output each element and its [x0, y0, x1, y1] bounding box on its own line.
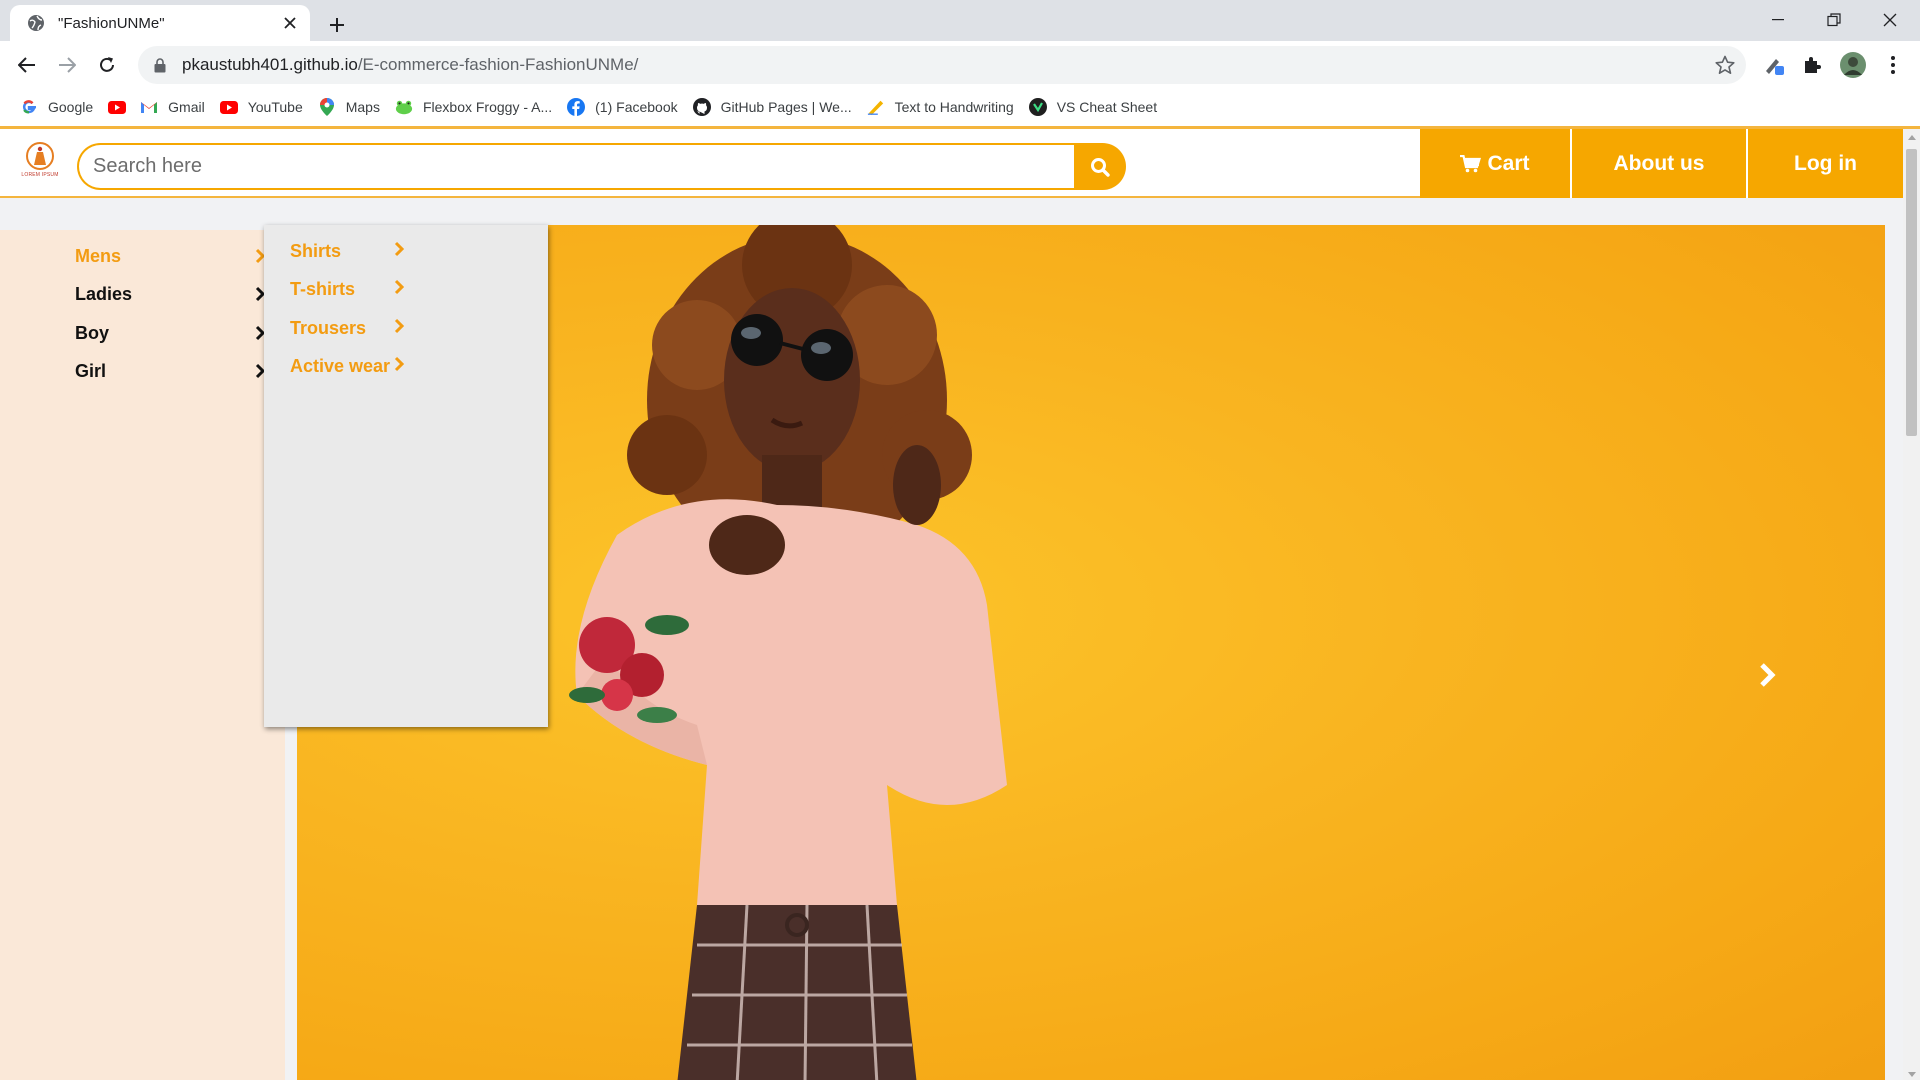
submenu-item-trousers[interactable]: Trousers	[290, 313, 405, 343]
browser-menu-icon[interactable]	[1878, 50, 1908, 80]
address-bar[interactable]: pkaustubh401.github.io/E-commerce-fashio…	[138, 46, 1746, 84]
bookmark-youtube[interactable]: YouTube	[214, 92, 312, 122]
bookmark-github-pages[interactable]: GitHub Pages | We...	[687, 92, 861, 122]
browser-tabstrip: "FashionUNMe"	[0, 0, 1920, 41]
site-header: LOREM IPSUM Cart About us Log in	[0, 129, 1903, 198]
close-tab-icon[interactable]	[276, 9, 304, 37]
bookmark-label: Gmail	[168, 99, 205, 115]
bookmark-label: VS Cheat Sheet	[1056, 99, 1158, 115]
browser-toolbar: pkaustubh401.github.io/E-commerce-fashio…	[0, 41, 1920, 88]
category-mens[interactable]: Mens	[75, 241, 265, 271]
scroll-up-arrow-icon[interactable]	[1903, 129, 1920, 146]
chevron-right-icon	[394, 318, 405, 339]
chevron-right-icon	[394, 241, 405, 262]
submenu-label: Shirts	[290, 240, 342, 261]
extensions-puzzle-icon[interactable]	[1797, 50, 1827, 80]
bookmark-label: Text to Handwriting	[894, 99, 1014, 115]
youtube-icon	[219, 98, 238, 116]
nav-about-link[interactable]: About us	[1572, 129, 1748, 198]
url-path: /E-commerce-fashion-FashionUNMe/	[357, 55, 639, 74]
chevron-right-icon	[1760, 663, 1776, 687]
site-logo[interactable]: LOREM IPSUM	[16, 141, 64, 185]
bookmarks-bar: Google Gmail YouTube Maps Flexbox Froggy…	[0, 88, 1920, 126]
maps-icon	[318, 98, 336, 116]
extension-pen-icon[interactable]	[1759, 50, 1789, 80]
submenu-label: Active wear	[290, 355, 391, 376]
category-girl[interactable]: Girl	[75, 356, 265, 386]
facebook-icon	[567, 98, 586, 116]
category-label: Ladies	[75, 283, 133, 304]
category-label: Mens	[75, 245, 122, 266]
pen-icon	[867, 98, 885, 116]
main-nav: Cart About us Log in	[1420, 129, 1903, 198]
bookmark-facebook[interactable]: (1) Facebook	[561, 92, 686, 122]
category-boy[interactable]: Boy	[75, 318, 265, 348]
dress-logo-icon	[26, 142, 54, 170]
reload-button[interactable]	[89, 47, 125, 83]
github-icon	[692, 98, 711, 116]
frog-icon	[395, 98, 413, 116]
url-text: pkaustubh401.github.io/E-commerce-fashio…	[182, 55, 638, 75]
back-button[interactable]	[9, 47, 45, 83]
tab-title: "FashionUNMe"	[58, 14, 165, 32]
scroll-down-arrow-icon[interactable]	[1903, 1066, 1920, 1080]
bookmark-text-to-handwriting[interactable]: Text to Handwriting	[861, 92, 1023, 122]
nav-login-label: Log in	[1794, 151, 1857, 175]
globe-icon	[26, 13, 46, 33]
bookmark-label: (1) Facebook	[595, 99, 678, 115]
submenu-label: T-shirts	[290, 278, 356, 299]
carousel-next-button[interactable]	[1752, 655, 1782, 695]
restore-button[interactable]	[1806, 0, 1862, 40]
search-icon	[1091, 157, 1110, 177]
bookmark-google[interactable]: Google	[14, 92, 102, 122]
page-scrollbar[interactable]	[1903, 129, 1920, 1080]
bookmark-label: Google	[48, 99, 94, 115]
bookmark-vs-cheat-sheet[interactable]: VS Cheat Sheet	[1023, 92, 1166, 122]
bookmark-star-icon[interactable]	[1714, 54, 1736, 76]
url-host: pkaustubh401.github.io	[182, 55, 358, 74]
scrollbar-thumb[interactable]	[1906, 149, 1917, 436]
gmail-icon	[140, 98, 158, 116]
search-bar	[77, 143, 1126, 190]
category-label: Boy	[75, 322, 110, 343]
close-window-button[interactable]	[1862, 0, 1918, 40]
chevron-right-icon	[394, 279, 405, 300]
cart-icon	[1460, 154, 1482, 173]
bookmark-label: Maps	[345, 99, 380, 115]
vs-icon	[1028, 98, 1047, 116]
category-ladies[interactable]: Ladies	[75, 279, 265, 309]
bookmark-youtube-short[interactable]	[102, 92, 134, 122]
submenu-item-tshirts[interactable]: T-shirts	[290, 274, 405, 304]
category-label: Girl	[75, 360, 107, 381]
fashion-model-image	[569, 225, 1007, 1080]
lock-icon[interactable]	[152, 56, 168, 74]
bookmark-gmail[interactable]: Gmail	[134, 92, 214, 122]
nav-cart-link[interactable]: Cart	[1420, 129, 1572, 198]
bookmark-label: Flexbox Froggy - A...	[422, 99, 553, 115]
nav-about-label: About us	[1613, 151, 1705, 175]
bookmark-flexbox-froggy[interactable]: Flexbox Froggy - A...	[389, 92, 561, 122]
chevron-right-icon	[394, 356, 405, 377]
nav-login-link[interactable]: Log in	[1748, 129, 1903, 198]
bookmark-maps[interactable]: Maps	[312, 92, 389, 122]
bookmark-label: GitHub Pages | We...	[720, 99, 852, 115]
google-icon	[20, 98, 38, 116]
bookmark-label: YouTube	[247, 99, 303, 115]
profile-avatar[interactable]	[1838, 50, 1868, 80]
youtube-icon	[108, 98, 127, 116]
category-sidebar: Mens Ladies Boy Girl	[0, 230, 285, 1080]
nav-cart-label: Cart	[1487, 151, 1530, 175]
search-input[interactable]	[77, 143, 1077, 190]
new-tab-button[interactable]	[320, 8, 354, 42]
minimize-button[interactable]	[1750, 0, 1806, 40]
logo-text: LOREM IPSUM	[21, 172, 59, 178]
search-button[interactable]	[1074, 143, 1126, 190]
browser-tab[interactable]: "FashionUNMe"	[10, 5, 310, 41]
submenu-item-shirts[interactable]: Shirts	[290, 236, 405, 266]
forward-button[interactable]	[49, 47, 85, 83]
mens-submenu: Shirts T-shirts Trousers Active wear	[264, 225, 548, 727]
page-viewport: LOREM IPSUM Cart About us Log in	[0, 126, 1920, 1080]
submenu-item-active-wear[interactable]: Active wear	[290, 351, 405, 381]
submenu-label: Trousers	[290, 317, 367, 338]
